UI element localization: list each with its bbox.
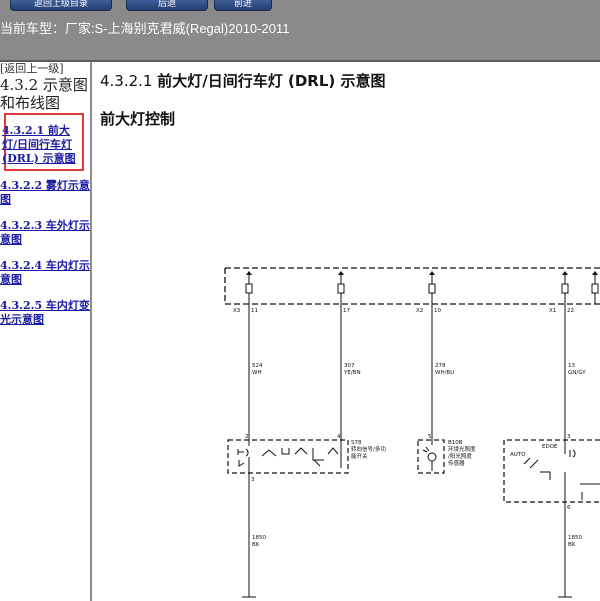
control-module-box [224,267,600,305]
back-to-parent-dir-button[interactable]: 返回上级目录 [10,0,112,11]
nav-item-exterior-lamp[interactable]: 4.3.2.3 车外灯示意图 [0,219,90,247]
b10b-desc-2: /阳光照度 [448,452,472,460]
current-car-text: 当前车型：厂家:S-上海别克君威(Regal)2010-2011 [0,21,290,36]
s78-switch-box [227,439,349,474]
forward-button[interactable]: 前进 [214,0,272,11]
nav-item-headlamp-drl[interactable]: 4.3.2.1 前大灯/日间行车灯(DRL) 示意图 [2,124,84,166]
s78-pin-left: 2 [245,434,249,440]
wire-2-color: YE/BN [343,370,361,376]
b10b-code: B10B [448,440,463,446]
wire-1-circuit: 524 [252,363,263,369]
ground-wires [242,481,572,598]
b10b-desc-1: 环境光照度 [448,445,476,453]
back-button[interactable]: 后退 [126,0,208,11]
subsection-title: 前大灯控制 [100,110,176,128]
nav-heading: 4.3.2 示意图和布线图 [0,76,88,112]
s78-switch-contacts [237,440,342,481]
b10b-sensor-box [417,439,445,474]
ground-wire-1-circuit: 1850 [252,535,266,541]
wire-1-color: WH [252,370,262,376]
nav-item-interior-dimming[interactable]: 4.3.2.5 车内灯变光示意图 [0,299,90,327]
connector-1-conn: X3 [233,308,241,314]
switch-right-pin-bottom: 6 [567,505,571,511]
ground-wire-2-color: BK [568,542,576,548]
connector-4-conn: X1 [549,308,556,314]
switch-right-auto-label: AUTO [510,452,526,458]
main-content: 4.3.2.1 前大灯/日间行车灯 (DRL) 示意图 前大灯控制 X3 11 … [92,62,600,601]
top-toolbar: 返回上级目录 后退 前进 [0,0,600,14]
s78-desc-2: 能开关 [351,452,368,460]
switch-right-pin-top: 3 [567,434,571,440]
connector-2-pin: 17 [343,308,350,314]
section-name: 前大灯/日间行车灯 (DRL) 示意图 [157,72,386,90]
s78-desc-1: 转向信号/多功 [351,445,386,453]
s78-pin-bottom: 3 [251,477,255,483]
wire-2-circuit: 307 [344,363,355,369]
current-car-bar: 当前车型：厂家:S-上海别克君威(Regal)2010-2011 [0,14,600,62]
b10b-sensor-symbol [422,446,437,471]
s78-pin-right: 4 [337,434,341,440]
wire-4-color: GN/GY [568,370,586,376]
back-up-one-level-link[interactable]: [返回上一级] [0,62,64,75]
section-number: 4.3.2.1 [100,72,153,90]
section-title: 4.3.2.1 前大灯/日间行车灯 (DRL) 示意图 [100,72,385,90]
wire-3-circuit: 278 [435,363,446,369]
b10b-pin: 5 [428,434,432,440]
b10b-desc-3: 传感器 [448,459,465,467]
connector-1-pin: 11 [251,308,258,314]
connector-4-pin: 22 [567,308,574,314]
ground-wire-1-color: BK [252,542,260,548]
connector-3-conn: X2 [416,308,423,314]
connector-3-pin: 10 [434,308,441,314]
switch-right-edge-label: EDOE [542,444,558,450]
wire-3-color: WH/BU [435,370,454,376]
wire-4-circuit: 13 [568,363,575,369]
nav-item-interior-lamp[interactable]: 4.3.2.4 车内灯示意图 [0,259,90,287]
left-nav: [返回上一级] 4.3.2 示意图和布线图 4.3.2.1 前大灯/日间行车灯(… [0,62,92,601]
s78-code: S78 [351,440,362,446]
nav-item-fog-lamp[interactable]: 4.3.2.2 雾灯示意图 [0,179,90,207]
headlamp-switch-contacts [523,440,600,502]
headlamp-wiring-diagram: X3 11 17 X2 10 X1 22 524 WH 307 YE/BN 27… [224,267,600,598]
ground-wire-2-circuit: 1850 [568,535,582,541]
